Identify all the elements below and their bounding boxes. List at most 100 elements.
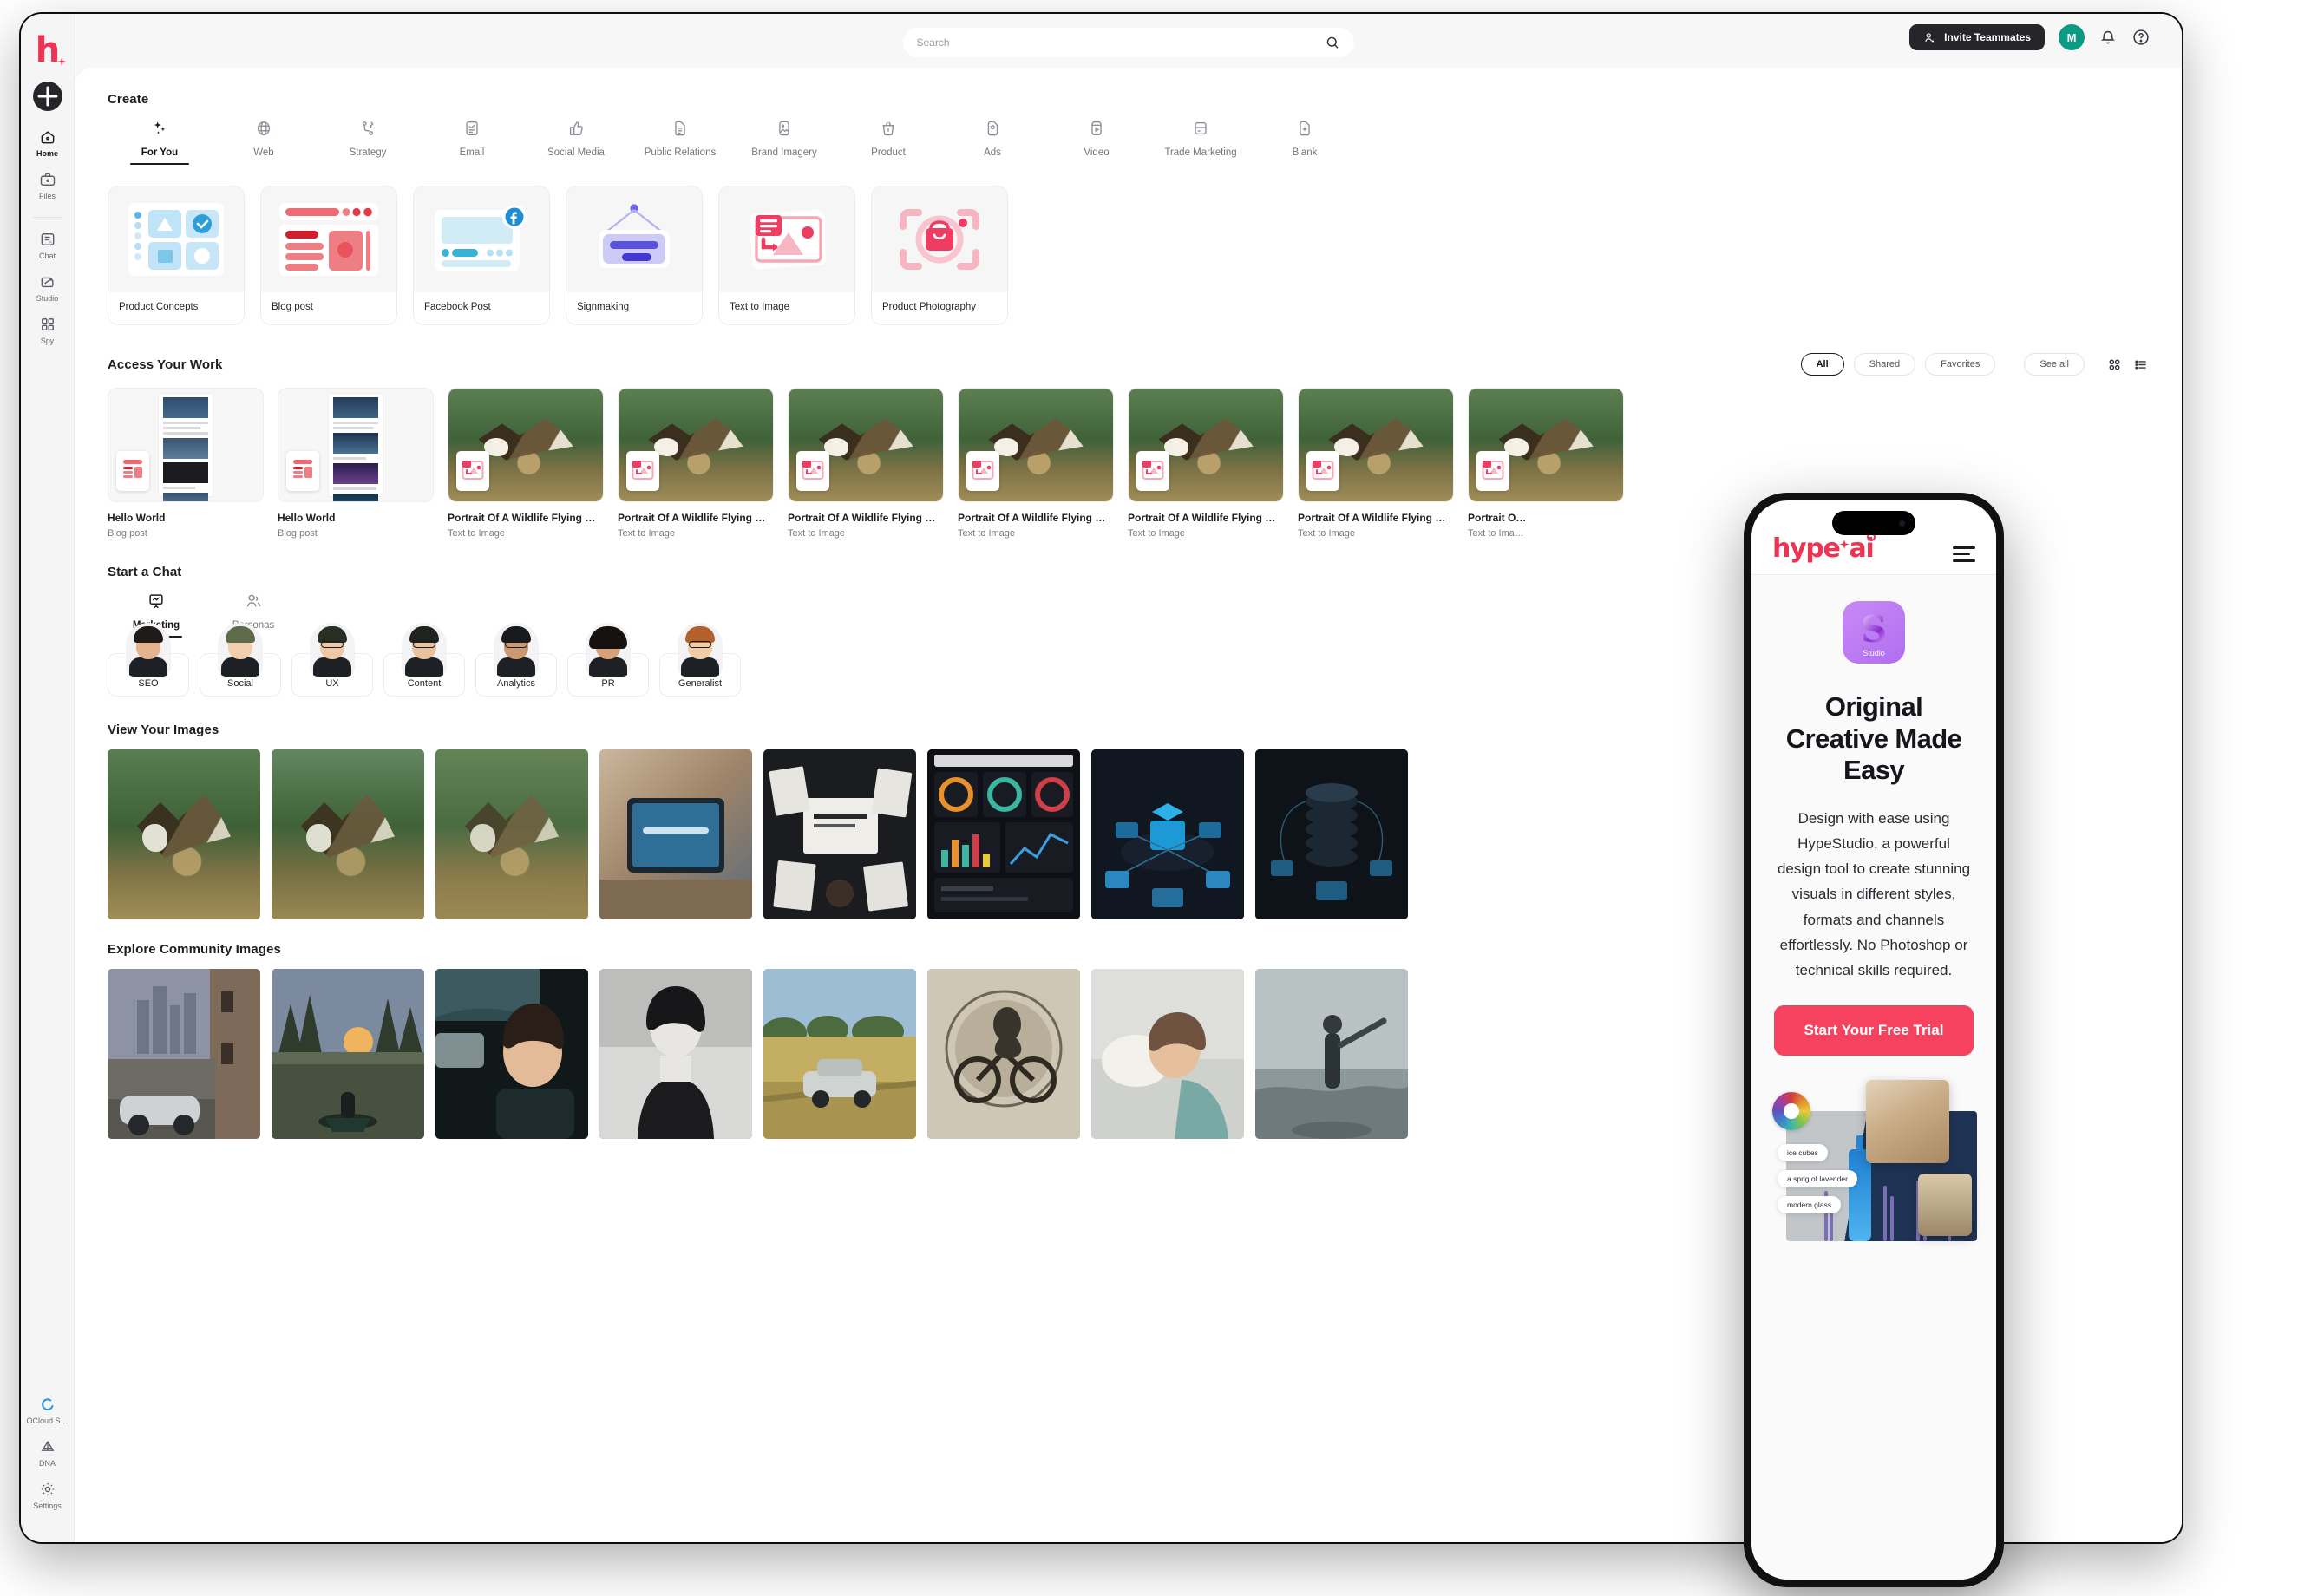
bell-icon[interactable] [2098, 28, 2118, 47]
studio-app-icon[interactable]: S Studio [1843, 601, 1905, 664]
image-tile[interactable] [108, 749, 260, 919]
image-tile[interactable] [927, 749, 1080, 919]
template-card-product-concepts[interactable]: Product Concepts [108, 186, 245, 325]
work-card[interactable]: Portrait Of A Wildlife Flying … Text to … [958, 388, 1114, 539]
search-bar[interactable] [902, 28, 1354, 57]
text-to-image-art [719, 186, 854, 292]
work-card[interactable]: Portrait O… Text to Ima… [1468, 388, 1624, 539]
invite-teammates-button[interactable]: Invite Teammates [1909, 24, 2045, 50]
art-chip: modern glass [1778, 1196, 1842, 1214]
sidebar-label-home: Home [36, 149, 58, 158]
hamburger-icon[interactable] [1953, 546, 1975, 562]
persona-card-seo[interactable]: SEO [108, 623, 189, 697]
image-tile[interactable] [599, 749, 752, 919]
image-tile[interactable] [435, 969, 588, 1139]
persona-card-pr[interactable]: PR [567, 623, 649, 697]
sidebar-item-settings[interactable]: Settings [24, 1481, 71, 1510]
template-card-text-to-image[interactable]: Text to Image [718, 186, 855, 325]
work-card[interactable]: Portrait Of A Wildlife Flying … Text to … [448, 388, 604, 539]
tab-web[interactable]: Web [212, 119, 316, 165]
sidebar-item-dna[interactable]: DNA [24, 1438, 71, 1468]
sidebar-item-studio[interactable]: Studio [24, 273, 71, 303]
sparkle-icon [1839, 540, 1850, 549]
work-card[interactable]: Portrait Of A Wildlife Flying … Text to … [1128, 388, 1284, 539]
image-tile[interactable] [599, 969, 752, 1139]
text-to-image-badge-icon [462, 461, 484, 480]
work-card[interactable]: Portrait Of A Wildlife Flying … Text to … [788, 388, 944, 539]
tab-trade-marketing[interactable]: Trade Marketing [1149, 119, 1253, 165]
image-tile[interactable] [1091, 749, 1244, 919]
see-all-label: See all [2039, 359, 2069, 370]
image-tile[interactable] [927, 969, 1080, 1139]
art-chip: ice cubes [1778, 1144, 1828, 1162]
template-card-facebook-post[interactable]: Facebook Post [413, 186, 550, 325]
sidebar-label-dna: DNA [38, 1459, 56, 1468]
image-tile[interactable] [763, 969, 916, 1139]
sidebar-item-chat[interactable]: A Chat [24, 231, 71, 260]
phone-body-text: Design with ease using HypeStudio, a pow… [1777, 809, 1971, 979]
sidebar-label-studio: Studio [36, 294, 59, 303]
image-tile[interactable] [1255, 749, 1408, 919]
tab-product[interactable]: Product [836, 119, 940, 165]
work-card[interactable]: Portrait Of A Wildlife Flying … Text to … [618, 388, 774, 539]
tab-for-you[interactable]: For You [108, 119, 212, 165]
persona-card-content[interactable]: Content [383, 623, 465, 697]
image-tile[interactable] [272, 969, 424, 1139]
search-icon[interactable] [1325, 35, 1340, 50]
create-tabs: For You Web Strategy Email Social Media … [108, 119, 2182, 165]
sidebar-item-ocloud[interactable]: OCloud S… [24, 1396, 71, 1425]
work-card[interactable]: Hello World Blog post [278, 388, 434, 539]
filter-favorites[interactable]: Favorites [1925, 353, 1996, 376]
sidebar-item-home[interactable]: Home [24, 128, 71, 158]
tab-social-media[interactable]: Social Media [524, 119, 628, 165]
tab-public-relations[interactable]: Public Relations [628, 119, 732, 165]
persona-card-ux[interactable]: UX [291, 623, 373, 697]
persona-card-generalist[interactable]: Generalist [659, 623, 741, 697]
top-bar-actions: Invite Teammates M [1909, 24, 2151, 50]
tab-label-video: Video [1084, 147, 1110, 158]
image-tile[interactable] [272, 749, 424, 919]
sidebar-item-files[interactable]: Files [24, 171, 71, 200]
work-type-badge [796, 451, 829, 491]
help-circle-icon[interactable] [2131, 28, 2151, 47]
image-tile[interactable] [763, 749, 916, 919]
start-free-trial-button[interactable]: Start Your Free Trial [1774, 1005, 1974, 1056]
template-name: Product Concepts [119, 302, 199, 312]
sidebar-label-chat: Chat [38, 252, 56, 260]
tab-strategy[interactable]: Strategy [316, 119, 420, 165]
filter-shared[interactable]: Shared [1853, 353, 1916, 376]
tab-video[interactable]: Video [1044, 119, 1149, 165]
brand-logo[interactable]: h [30, 29, 65, 71]
invite-teammates-label: Invite Teammates [1944, 31, 2031, 43]
image-tile[interactable] [435, 749, 588, 919]
tab-label-trade-marketing: Trade Marketing [1164, 147, 1237, 158]
create-new-button[interactable] [32, 82, 62, 111]
work-thumbnail [448, 388, 604, 502]
document-preview [159, 394, 213, 501]
image-tile[interactable] [1255, 969, 1408, 1139]
template-card-signmaking[interactable]: Signmaking [566, 186, 703, 325]
avatar[interactable]: M [2059, 24, 2085, 50]
work-card-subtitle: Blog post [278, 528, 318, 539]
persona-card-analytics[interactable]: Analytics [475, 623, 557, 697]
tab-email[interactable]: Email [420, 119, 524, 165]
phone-brand-logo[interactable]: hype ai [1772, 533, 1876, 562]
list-view-icon[interactable] [2132, 356, 2149, 373]
search-input[interactable] [916, 36, 1325, 49]
tab-ads[interactable]: Ads [940, 119, 1044, 165]
filter-all-label: All [1816, 359, 1829, 370]
work-type-badge [286, 451, 319, 491]
grid-view-icon[interactable] [2106, 356, 2123, 373]
persona-card-social[interactable]: Social [200, 623, 281, 697]
tab-brand-imagery[interactable]: Brand Imagery [732, 119, 836, 165]
tab-blank[interactable]: Blank [1253, 119, 1357, 165]
work-card[interactable]: Portrait Of A Wildlife Flying … Text to … [1298, 388, 1454, 539]
see-all-button[interactable]: See all [2024, 353, 2085, 376]
sidebar-item-spy[interactable]: Spy [24, 316, 71, 345]
image-tile[interactable] [108, 969, 260, 1139]
image-tile[interactable] [1091, 969, 1244, 1139]
template-card-blog-post[interactable]: Blog post [260, 186, 397, 325]
template-card-product-photography[interactable]: Product Photography [871, 186, 1008, 325]
work-card[interactable]: Hello World Blog post [108, 388, 264, 539]
filter-all[interactable]: All [1800, 353, 1844, 376]
